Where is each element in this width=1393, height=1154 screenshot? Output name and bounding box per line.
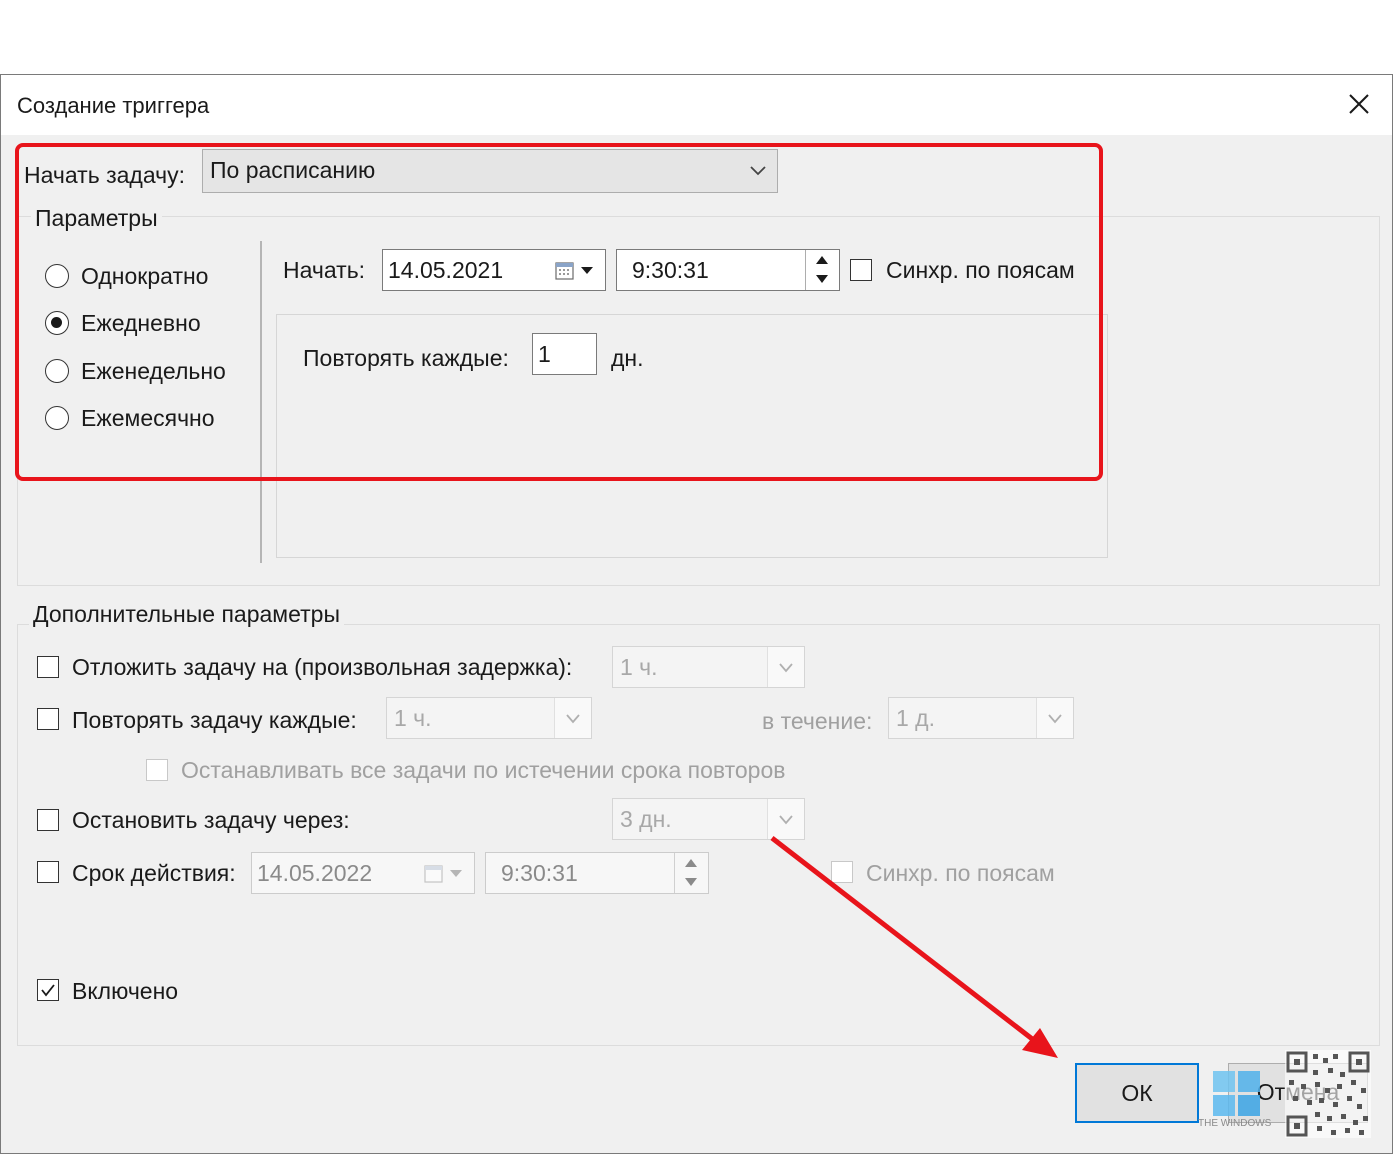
annotation-arrow: [770, 836, 1058, 1058]
